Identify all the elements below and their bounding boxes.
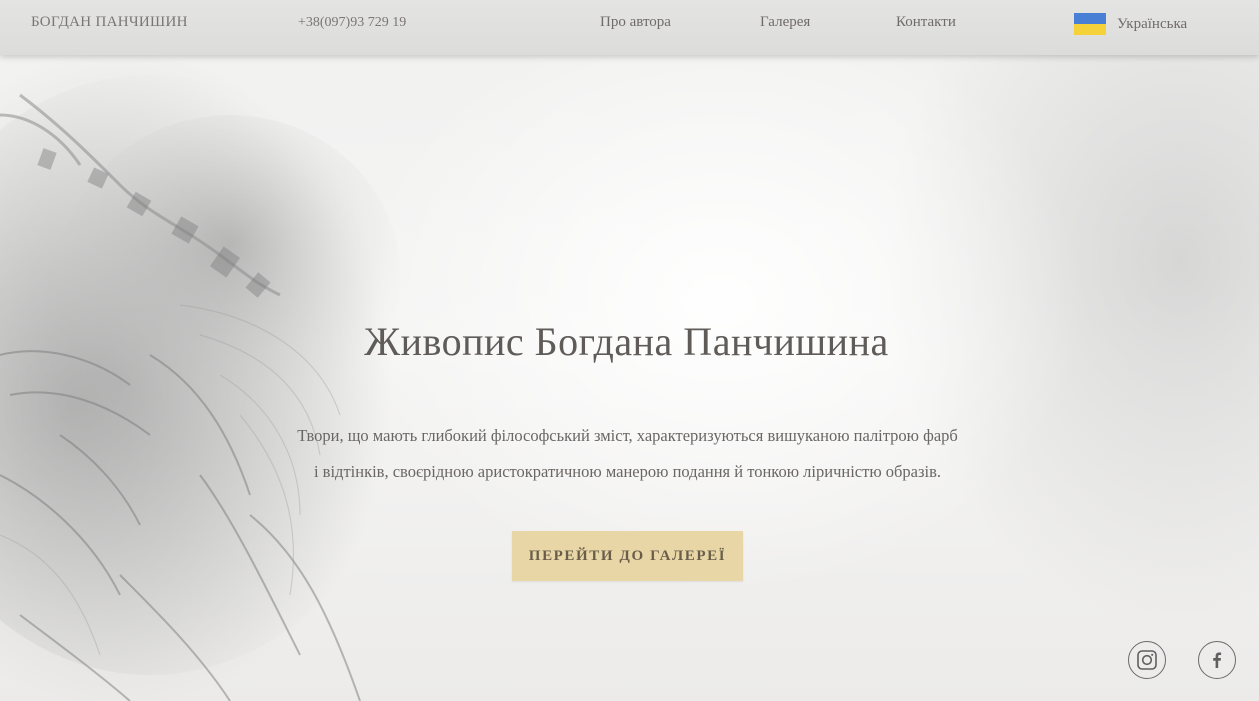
brand-name[interactable]: БОГДАН ПАНЧИШИН — [31, 14, 188, 31]
language-selector[interactable]: Українська — [1074, 13, 1187, 35]
go-to-gallery-button[interactable]: ПЕРЕЙТИ ДО ГАЛЕРЕЇ — [512, 531, 743, 581]
hero-description-line-2: і відтінків, своєрідною аристократичною … — [313, 462, 942, 481]
nav-link-contacts[interactable]: Контакти — [896, 14, 956, 31]
instagram-icon — [1137, 650, 1157, 670]
nav-link-about[interactable]: Про автора — [600, 14, 671, 31]
phone-number[interactable]: +38(097)93 729 19 — [298, 15, 406, 31]
nav-link-gallery[interactable]: Галерея — [760, 14, 810, 31]
background-sketch-illustration — [0, 75, 410, 701]
instagram-link[interactable] — [1128, 641, 1166, 679]
page: БОГДАН ПАНЧИШИН +38(097)93 729 19 Про ав… — [0, 0, 1259, 701]
hero-title: Живопис Богдана Панчишина — [364, 319, 889, 364]
facebook-link[interactable] — [1198, 641, 1236, 679]
site-header: БОГДАН ПАНЧИШИН +38(097)93 729 19 Про ав… — [0, 0, 1259, 55]
ukraine-flag-icon — [1074, 13, 1106, 35]
hero-description: Твори, що мають глибокий філософський зм… — [240, 418, 1015, 490]
facebook-icon — [1213, 652, 1222, 668]
language-label: Українська — [1117, 15, 1188, 32]
hero-description-line-1: Твори, що мають глибокий філософський зм… — [297, 426, 958, 445]
